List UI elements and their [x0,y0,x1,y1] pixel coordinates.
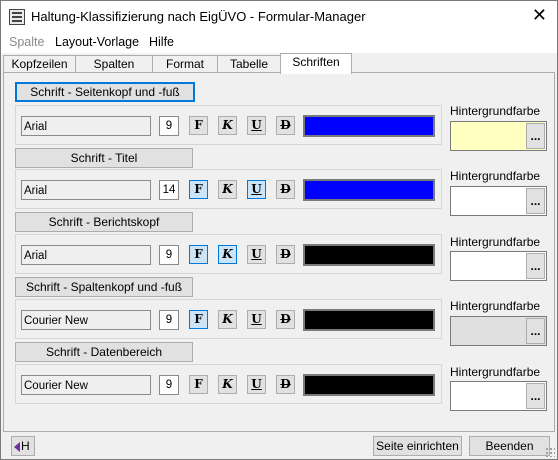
font-color-swatch[interactable] [303,374,435,396]
window-title: Haltung-Klassifizierung nach EigÜVO - Fo… [31,9,366,24]
strikethrough-button[interactable]: D [276,116,295,135]
background-color-picker-button[interactable]: ... [526,253,545,279]
bold-button[interactable]: F [189,180,208,199]
close-window-icon[interactable]: ✕ [532,5,547,25]
bold-button[interactable]: F [189,375,208,394]
font-name-field[interactable]: Arial [21,180,151,200]
background-color-label: Hintergrundfarbe [450,235,541,249]
font-name-field[interactable]: Arial [21,116,151,136]
font-color-swatch[interactable] [303,244,435,266]
resize-grip-icon[interactable] [545,447,555,457]
bottom-bar: H Seite einrichten Beenden [1,431,557,459]
italic-button[interactable]: K [218,116,237,135]
background-color-picker-button[interactable]: ... [526,188,545,214]
font-color-swatch[interactable] [303,179,435,201]
group-titel-button[interactable]: Schrift - Titel [15,148,193,168]
group-datenbereich-button[interactable]: Schrift - Datenbereich [15,342,193,362]
bold-button[interactable]: F [189,116,208,135]
font-size-field[interactable]: 9 [159,310,179,330]
background-color-box: ... [450,316,547,346]
font-name-field[interactable]: Courier New [21,310,151,330]
italic-button[interactable]: K [218,180,237,199]
font-name-field[interactable]: Courier New [21,375,151,395]
background-color-box: ... [450,381,547,411]
menu-bar: Spalte Layout-Vorlage Hilfe [1,31,557,53]
background-color-box: ... [450,121,547,151]
font-size-field[interactable]: 9 [159,375,179,395]
bold-button[interactable]: F [189,245,208,264]
group-seitenkopf-button[interactable]: Schrift - Seitenkopf und -fuß [15,82,195,102]
background-color-label: Hintergrundfarbe [450,299,541,313]
menu-hilfe[interactable]: Hilfe [149,35,174,49]
font-color-swatch[interactable] [303,309,435,331]
menu-spalte[interactable]: Spalte [9,35,44,49]
underline-button[interactable]: U [247,375,266,394]
tab-schriften[interactable]: Schriften [280,53,352,74]
main-window: Haltung-Klassifizierung nach EigÜVO - Fo… [0,0,558,460]
title-bar: Haltung-Klassifizierung nach EigÜVO - Fo… [1,1,557,31]
italic-button[interactable]: K [218,245,237,264]
tab-format[interactable]: Format [152,55,218,73]
underline-button[interactable]: U [247,116,266,135]
menu-layout-vorlage[interactable]: Layout-Vorlage [55,35,139,49]
background-color-box: ... [450,186,547,216]
tab-strip: Kopfzeilen Spalten Format Tabelle Schrif… [1,53,557,74]
group-berichtskopf-button[interactable]: Schrift - Berichtskopf [15,212,193,232]
strikethrough-button[interactable]: D [276,375,295,394]
italic-button[interactable]: K [218,310,237,329]
underline-button[interactable]: U [247,180,266,199]
tab-tabelle[interactable]: Tabelle [217,55,281,73]
underline-button[interactable]: U [247,310,266,329]
close-button[interactable]: Beenden [469,436,550,456]
background-color-label: Hintergrundfarbe [450,104,541,118]
strikethrough-button[interactable]: D [276,180,295,199]
font-size-field[interactable]: 9 [159,245,179,265]
strikethrough-button[interactable]: D [276,245,295,264]
font-color-swatch[interactable] [303,115,435,137]
background-color-label: Hintergrundfarbe [450,169,541,183]
italic-button[interactable]: K [218,375,237,394]
help-button[interactable]: H [11,436,35,456]
help-arrow-icon [14,441,20,452]
background-color-picker-button[interactable]: ... [526,123,545,149]
font-size-field[interactable]: 14 [159,180,179,200]
font-size-field[interactable]: 9 [159,116,179,136]
tab-kopfzeilen[interactable]: Kopfzeilen [3,55,76,73]
tab-spalten[interactable]: Spalten [75,55,153,73]
page-setup-button[interactable]: Seite einrichten [373,436,462,456]
group-spaltenkopf-button[interactable]: Schrift - Spaltenkopf und -fuß [15,277,193,297]
bold-button[interactable]: F [189,310,208,329]
font-name-field[interactable]: Arial [21,245,151,265]
background-color-label: Hintergrundfarbe [450,365,541,379]
background-color-box: ... [450,251,547,281]
app-icon [9,9,25,25]
strikethrough-button[interactable]: D [276,310,295,329]
underline-button[interactable]: U [247,245,266,264]
background-color-picker-button[interactable]: ... [526,383,545,409]
background-color-picker-button[interactable]: ... [526,318,545,344]
